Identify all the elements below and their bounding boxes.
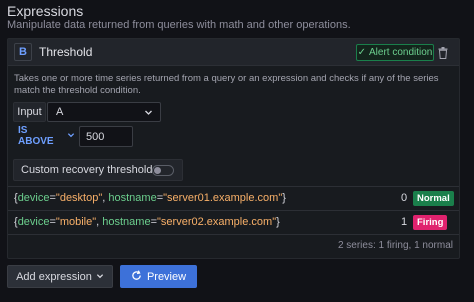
input-select-value: A: [56, 106, 64, 118]
label-value: "server02.example.com": [157, 216, 277, 228]
card-header: B Threshold ✓ Alert condition: [8, 39, 459, 66]
expression-title: Threshold: [39, 45, 93, 59]
series-labels: {device="desktop", hostname="server01.ex…: [14, 192, 286, 204]
state-badge-normal: Normal: [413, 191, 454, 206]
preview-label: Preview: [146, 270, 187, 283]
label-value: "server01.example.com": [163, 192, 283, 204]
series-value: 1: [401, 216, 408, 228]
refresh-icon: [131, 269, 142, 284]
trash-icon[interactable]: [437, 46, 449, 59]
threshold-input[interactable]: 500: [79, 126, 133, 147]
custom-recovery-threshold-toggle-row[interactable]: Custom recovery threshold: [13, 159, 183, 181]
label-value: "desktop": [55, 192, 103, 204]
ref-id-badge[interactable]: B: [14, 43, 32, 61]
recovery-label: Custom recovery threshold: [21, 164, 153, 176]
section-description: Manipulate data returned from queries wi…: [7, 19, 351, 31]
operator-select[interactable]: IS ABOVE: [13, 125, 75, 147]
check-icon: ✓: [357, 47, 366, 58]
preview-button[interactable]: Preview: [120, 265, 197, 288]
input-label: Input: [13, 102, 46, 122]
add-expression-label: Add expression: [16, 270, 92, 283]
input-select[interactable]: A: [47, 102, 161, 122]
chevron-down-icon: [96, 271, 104, 283]
series-labels: {device="mobile", hostname="server02.exa…: [14, 216, 280, 228]
help-text: Takes one or more time series returned f…: [14, 73, 439, 96]
label-key: device: [17, 192, 50, 204]
alert-condition-label: Alert condition: [369, 47, 433, 58]
results-panel: {device="desktop", hostname="server01.ex…: [8, 186, 459, 259]
result-row: {device="mobile", hostname="server02.exa…: [8, 211, 459, 235]
operator-label: IS ABOVE: [18, 125, 54, 147]
series-value: 0: [401, 192, 408, 204]
label-value: "mobile": [55, 216, 97, 228]
label-key: device: [17, 216, 50, 228]
state-badge-firing: Firing: [413, 215, 448, 230]
alert-condition-badge[interactable]: ✓ Alert condition: [356, 44, 434, 61]
add-expression-button[interactable]: Add expression: [7, 265, 113, 288]
result-row: {device="desktop", hostname="server01.ex…: [8, 187, 459, 211]
label-key: hostname: [102, 216, 151, 228]
toggle-knob: [154, 167, 161, 174]
label-key: hostname: [108, 192, 157, 204]
results-summary: 2 series: 1 firing, 1 normal: [337, 240, 453, 251]
chevron-down-icon: [144, 108, 153, 120]
recovery-toggle[interactable]: [152, 165, 174, 176]
section-title: Expressions: [7, 3, 84, 19]
threshold-expression-card: B Threshold ✓ Alert condition Takes one …: [7, 38, 460, 259]
chevron-down-icon: [67, 131, 75, 142]
